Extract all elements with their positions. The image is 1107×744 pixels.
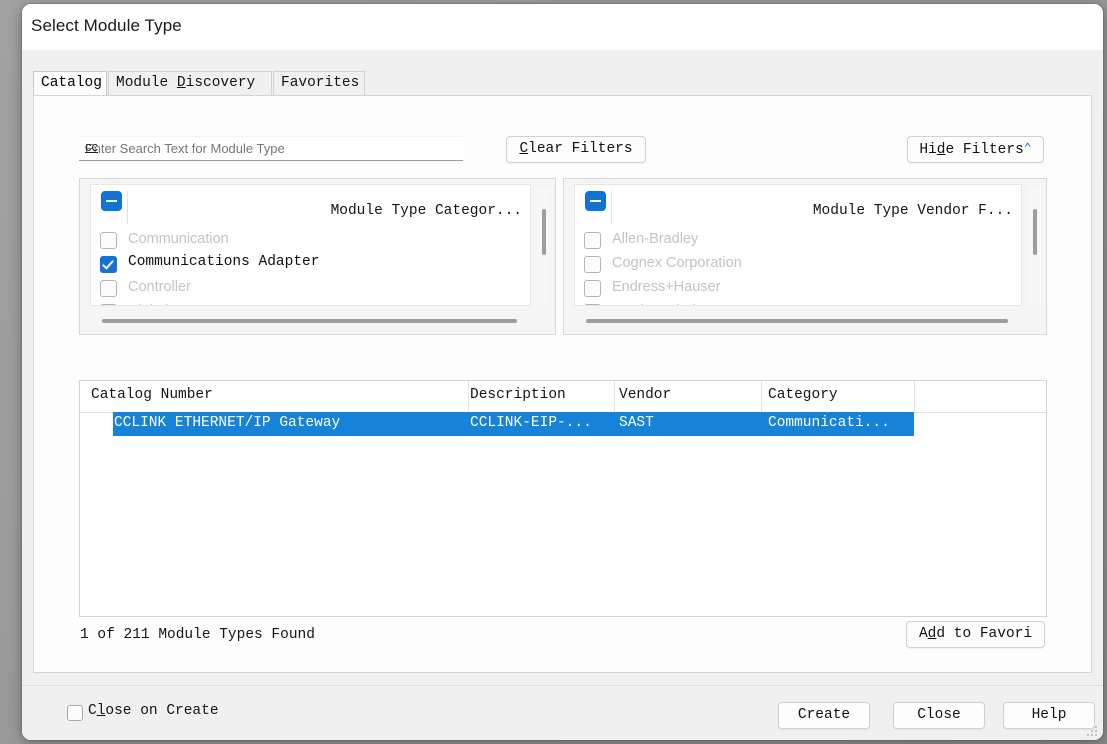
category-header-divider (127, 191, 128, 224)
checkbox-unchecked-icon[interactable] (100, 304, 117, 305)
checkbox-unchecked-icon[interactable] (584, 232, 601, 249)
vendor-item-label: Endress+Hauser (612, 279, 721, 295)
category-horizontal-scrollbar[interactable] (90, 314, 531, 327)
category-master-checkbox[interactable] (101, 191, 122, 211)
clear-filters-button[interactable]: Clear Filters (506, 136, 646, 163)
list-item[interactable]: Endress+Hauser (575, 277, 1021, 301)
category-filter-listbox[interactable]: Module Type Categor... Communication Com… (90, 184, 531, 306)
tab-module-discovery-mnemonic: D (176, 75, 186, 91)
vendor-filter-listbox[interactable]: Module Type Vendor F... Allen-Bradley Co… (574, 184, 1022, 306)
column-header-description[interactable]: Description (470, 387, 566, 403)
dialog-title: Select Module Type (31, 16, 182, 35)
checkbox-unchecked-icon[interactable] (100, 280, 117, 297)
resize-grip-icon[interactable] (1085, 724, 1099, 738)
close-button[interactable]: Close (893, 702, 985, 729)
close-on-create-label-pre: C (88, 703, 97, 719)
vendor-horizontal-scrollbar[interactable] (574, 314, 1022, 327)
checkbox-checked-icon[interactable] (100, 256, 117, 273)
column-header-vendor[interactable]: Vendor (619, 387, 671, 403)
cell-vendor: SAST (619, 415, 654, 431)
list-item[interactable]: Digital (91, 301, 530, 305)
column-header-catalog-number[interactable]: Catalog Number (91, 387, 213, 403)
vendor-filter-list: Allen-Bradley Cognex Corporation Endress… (575, 229, 1021, 305)
scrollbar-thumb[interactable] (586, 319, 1008, 323)
add-to-favorites-label-pre: A (918, 626, 928, 642)
chevron-up-icon: ⌃ (1023, 141, 1032, 156)
list-item[interactable]: Cognex Corporation (575, 253, 1021, 277)
category-item-label: Digital (128, 303, 168, 305)
vendor-master-checkbox[interactable] (585, 191, 606, 211)
column-header-category[interactable]: Category (768, 387, 838, 403)
checkbox-unchecked-icon[interactable] (584, 280, 601, 297)
column-divider[interactable] (614, 381, 615, 412)
table-header-row: Catalog Number Description Vendor Catego… (80, 381, 1046, 413)
results-count-status: 1 of 211 Module Types Found (80, 627, 315, 643)
table-row[interactable]: CCLINK ETHERNET/IP Gateway CCLINK-EIP-..… (80, 412, 1046, 436)
close-on-create-checkbox[interactable] (67, 705, 83, 721)
column-divider[interactable] (468, 381, 469, 412)
module-type-vendor-filter: Module Type Vendor F... Allen-Bradley Co… (563, 178, 1047, 335)
scrollbar-thumb[interactable] (1033, 209, 1037, 255)
vendor-header-divider (611, 191, 612, 224)
search-input[interactable] (79, 136, 463, 161)
tab-module-discovery-label-post: iscovery (185, 75, 256, 91)
help-button[interactable]: Help (1003, 702, 1095, 729)
vendor-item-label: Allen-Bradley (612, 231, 699, 247)
hide-filters-label-pre: Hi (919, 142, 937, 158)
tab-favorites[interactable]: Favorites (273, 71, 365, 96)
cell-description: CCLINK-EIP-... (470, 415, 592, 431)
category-vertical-scrollbar[interactable] (537, 187, 550, 303)
hide-filters-button[interactable]: Hide Filters⌃ (907, 136, 1044, 163)
category-filter-list: Communication Communications Adapter Con… (91, 229, 530, 305)
checkbox-unchecked-icon[interactable] (584, 304, 601, 305)
create-button[interactable]: Create (778, 702, 870, 729)
module-type-category-filter: Module Type Categor... Communication Com… (79, 178, 556, 335)
dialog-footer: Close on Create Create Close Help (22, 685, 1103, 740)
cell-catalog-number: CCLINK ETHERNET/IP Gateway (114, 415, 341, 431)
clear-filters-mnemonic: C (519, 141, 529, 157)
tabstrip: Catalog Module Discovery Favorites (33, 71, 1092, 96)
tab-favorites-label: Favorites (281, 75, 360, 91)
tab-catalog-label: Catalog (41, 75, 102, 91)
vendor-filter-title: Module Type Vendor F... (812, 203, 1013, 219)
close-on-create-label[interactable]: Close on Create (88, 703, 219, 719)
checkbox-unchecked-icon[interactable] (584, 256, 601, 273)
tab-module-discovery-label-pre: Module (116, 75, 177, 91)
column-divider[interactable] (914, 381, 915, 412)
category-filter-title: Module Type Categor... (330, 203, 522, 219)
category-item-label: Controller (128, 279, 191, 295)
tab-catalog[interactable]: Catalog (33, 71, 107, 96)
module-types-table: Catalog Number Description Vendor Catego… (79, 380, 1047, 617)
vendor-item-label: Cognex Corporation (612, 255, 742, 271)
dialog-titlebar: Select Module Type (22, 4, 1103, 51)
scrollbar-thumb[interactable] (102, 319, 517, 323)
list-item[interactable]: Communication (91, 229, 530, 253)
list-item[interactable]: Controller (91, 277, 530, 301)
category-item-label: Communications Adapter (128, 254, 320, 270)
list-item[interactable]: Mettler-Toledo (575, 301, 1021, 305)
vendor-item-label: Mettler-Toledo (612, 303, 704, 305)
table-body: CCLINK ETHERNET/IP Gateway CCLINK-EIP-..… (80, 412, 1046, 436)
cell-category: Communicati... (768, 415, 890, 431)
dialog-body: Catalog Module Discovery Favorites cc Cl… (22, 50, 1103, 740)
list-item[interactable]: Allen-Bradley (575, 229, 1021, 253)
close-on-create-label-post: ose on Create (105, 703, 219, 719)
add-to-favorites-label-post: d to Favori (936, 626, 1033, 642)
tab-module-discovery[interactable]: Module Discovery (108, 71, 272, 96)
column-divider[interactable] (761, 381, 762, 412)
checkbox-unchecked-icon[interactable] (100, 232, 117, 249)
category-item-label: Communication (128, 231, 229, 247)
vendor-vertical-scrollbar[interactable] (1028, 187, 1041, 303)
scrollbar-thumb[interactable] (542, 209, 546, 255)
list-item[interactable]: Communications Adapter (91, 253, 530, 277)
select-module-type-dialog: Select Module Type Catalog Module Discov… (22, 4, 1103, 740)
hide-filters-label-post: e Filters (945, 142, 1024, 158)
add-to-favorites-button[interactable]: Add to Favori (906, 621, 1045, 648)
clear-filters-label-post: lear Filters (528, 141, 633, 157)
